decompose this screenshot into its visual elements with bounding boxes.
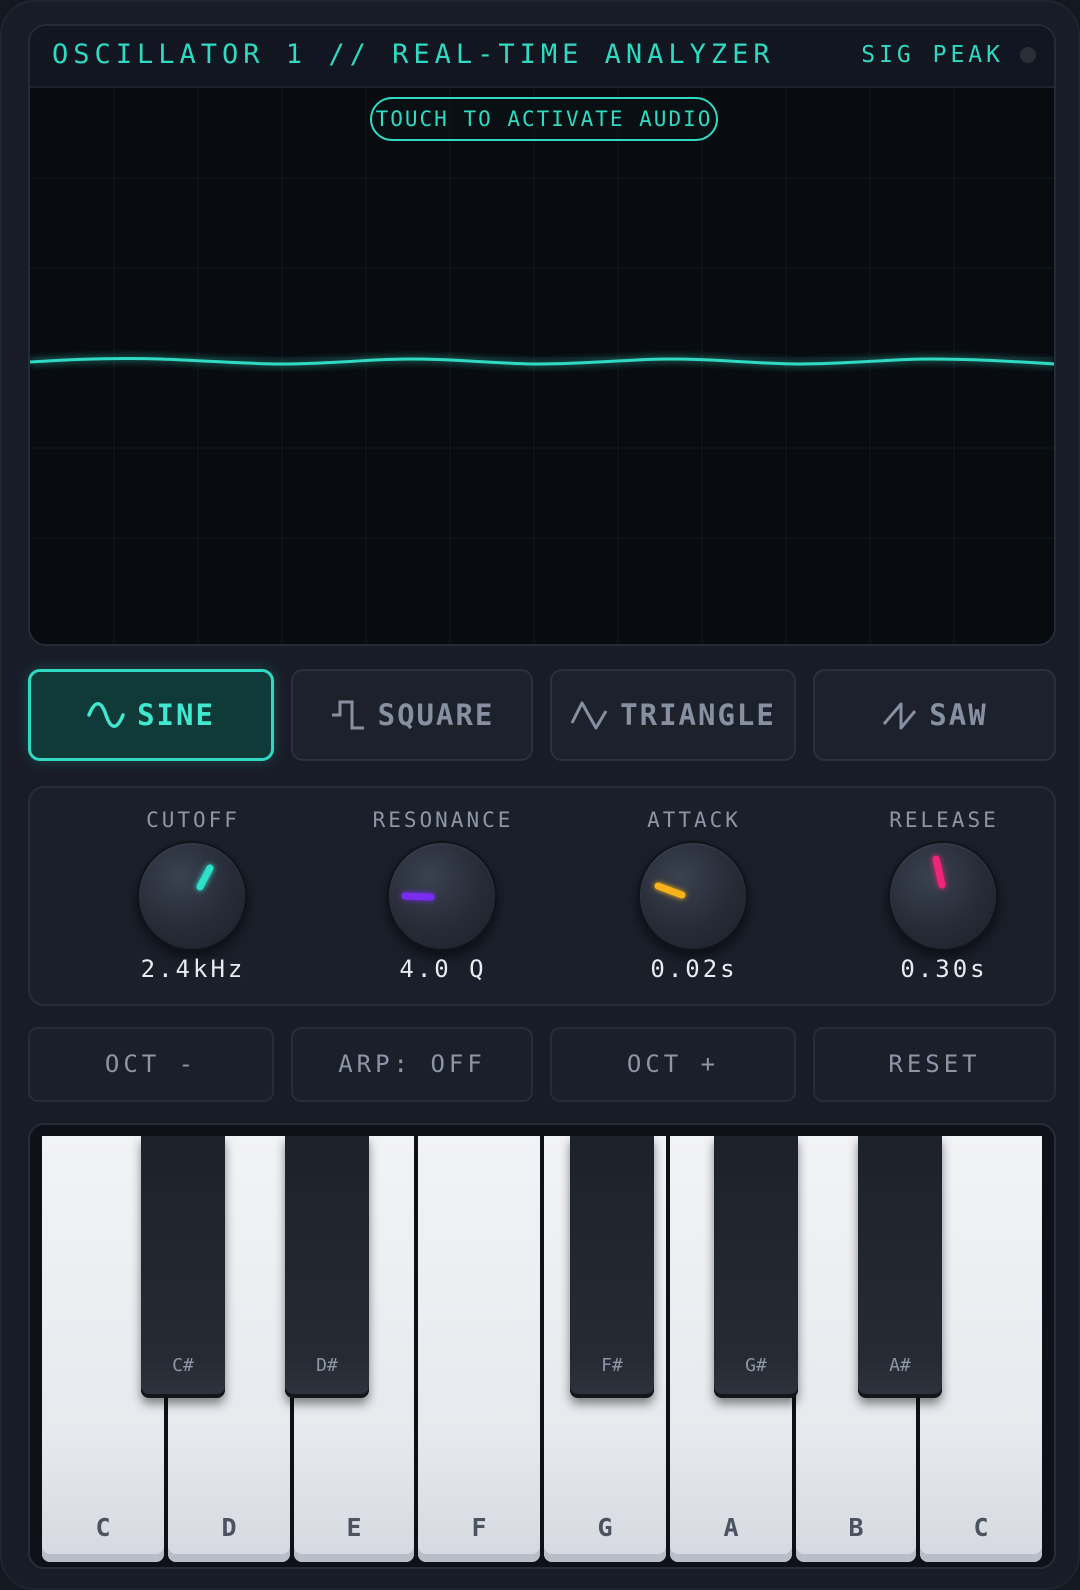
analyzer-title: OSCILLATOR 1 // REAL-TIME ANALYZER: [52, 39, 775, 70]
key-label-a-sharp: A#: [889, 1355, 911, 1376]
key-label-f: F: [471, 1513, 487, 1542]
sine-wave-icon: [87, 702, 125, 728]
arpeggiator-toggle-button[interactable]: ARP: OFF: [291, 1027, 533, 1102]
key-label-g: G: [597, 1513, 613, 1542]
black-key-d-sharp[interactable]: D#: [285, 1136, 369, 1398]
synth-app: OSCILLATOR 1 // REAL-TIME ANALYZER SIG P…: [0, 0, 1080, 1590]
release-label: RELEASE: [889, 808, 999, 832]
key-label-f-sharp: F#: [601, 1355, 623, 1376]
release-control: RELEASE 0.30s: [844, 788, 1044, 1008]
resonance-value: 4.0 Q: [399, 955, 487, 983]
waveform-sine-label: SINE: [137, 698, 215, 732]
black-key-c-sharp[interactable]: C#: [141, 1136, 225, 1398]
key-label-d: D: [221, 1513, 237, 1542]
waveform-saw-label: SAW: [929, 698, 988, 732]
key-label-a: A: [723, 1513, 739, 1542]
release-knob[interactable]: [888, 841, 998, 951]
resonance-label: RESONANCE: [372, 808, 514, 832]
cutoff-label: CUTOFF: [146, 808, 240, 832]
attack-control: ATTACK 0.02s: [594, 788, 794, 1008]
attack-label: ATTACK: [647, 808, 741, 832]
key-label-b: B: [848, 1513, 864, 1542]
cutoff-knob[interactable]: [137, 841, 247, 951]
black-key-f-sharp[interactable]: F#: [570, 1136, 654, 1398]
attack-value: 0.02s: [650, 955, 738, 983]
resonance-knob[interactable]: [387, 841, 497, 951]
waveform-saw-button[interactable]: SAW: [813, 669, 1056, 761]
black-key-g-sharp[interactable]: G#: [714, 1136, 798, 1398]
key-label-d-sharp: D#: [316, 1355, 338, 1376]
signal-peak-led-icon: [1020, 47, 1036, 63]
release-value: 0.30s: [900, 955, 988, 983]
key-label-g-sharp: G#: [745, 1355, 767, 1376]
white-key-f[interactable]: F: [418, 1136, 540, 1562]
square-wave-icon: [331, 700, 364, 730]
release-indicator-icon: [932, 855, 946, 889]
attack-knob[interactable]: [638, 841, 748, 951]
cutoff-control: CUTOFF 2.4kHz: [93, 788, 293, 1008]
triangle-wave-icon: [570, 701, 608, 730]
scope-grid: [30, 88, 1054, 644]
octave-up-button[interactable]: OCT +: [550, 1027, 796, 1102]
signal-peak-label: SIG PEAK: [861, 42, 1004, 68]
waveform-triangle-button[interactable]: TRIANGLE: [550, 669, 796, 761]
waveform-square-label: SQUARE: [377, 698, 495, 732]
oscilloscope-display[interactable]: [30, 88, 1054, 644]
cutoff-indicator-icon: [196, 864, 214, 891]
resonance-indicator-icon: [401, 892, 435, 901]
black-key-a-sharp[interactable]: A#: [858, 1136, 942, 1398]
cutoff-value: 2.4kHz: [140, 955, 246, 983]
reset-button[interactable]: RESET: [813, 1027, 1056, 1102]
analyzer-header: OSCILLATOR 1 // REAL-TIME ANALYZER SIG P…: [30, 26, 1054, 88]
waveform-square-button[interactable]: SQUARE: [291, 669, 533, 761]
attack-indicator-icon: [654, 882, 686, 899]
saw-wave-icon: [883, 702, 917, 730]
key-label-c: C: [95, 1513, 111, 1542]
waveform-sine-button[interactable]: SINE: [28, 669, 274, 761]
waveform-triangle-label: TRIANGLE: [620, 698, 776, 732]
key-label-e: E: [346, 1513, 362, 1542]
key-label-c-high: C: [973, 1513, 989, 1542]
octave-down-button[interactable]: OCT -: [28, 1027, 274, 1102]
activate-audio-button[interactable]: TOUCH TO ACTIVATE AUDIO: [370, 97, 718, 141]
key-label-c-sharp: C#: [172, 1355, 194, 1376]
waveform-trace: [30, 356, 1054, 366]
knob-panel: CUTOFF 2.4kHz RESONANCE 4.0 Q ATTACK 0.0…: [28, 786, 1056, 1006]
resonance-control: RESONANCE 4.0 Q: [343, 788, 543, 1008]
analyzer-panel: OSCILLATOR 1 // REAL-TIME ANALYZER SIG P…: [28, 24, 1056, 646]
